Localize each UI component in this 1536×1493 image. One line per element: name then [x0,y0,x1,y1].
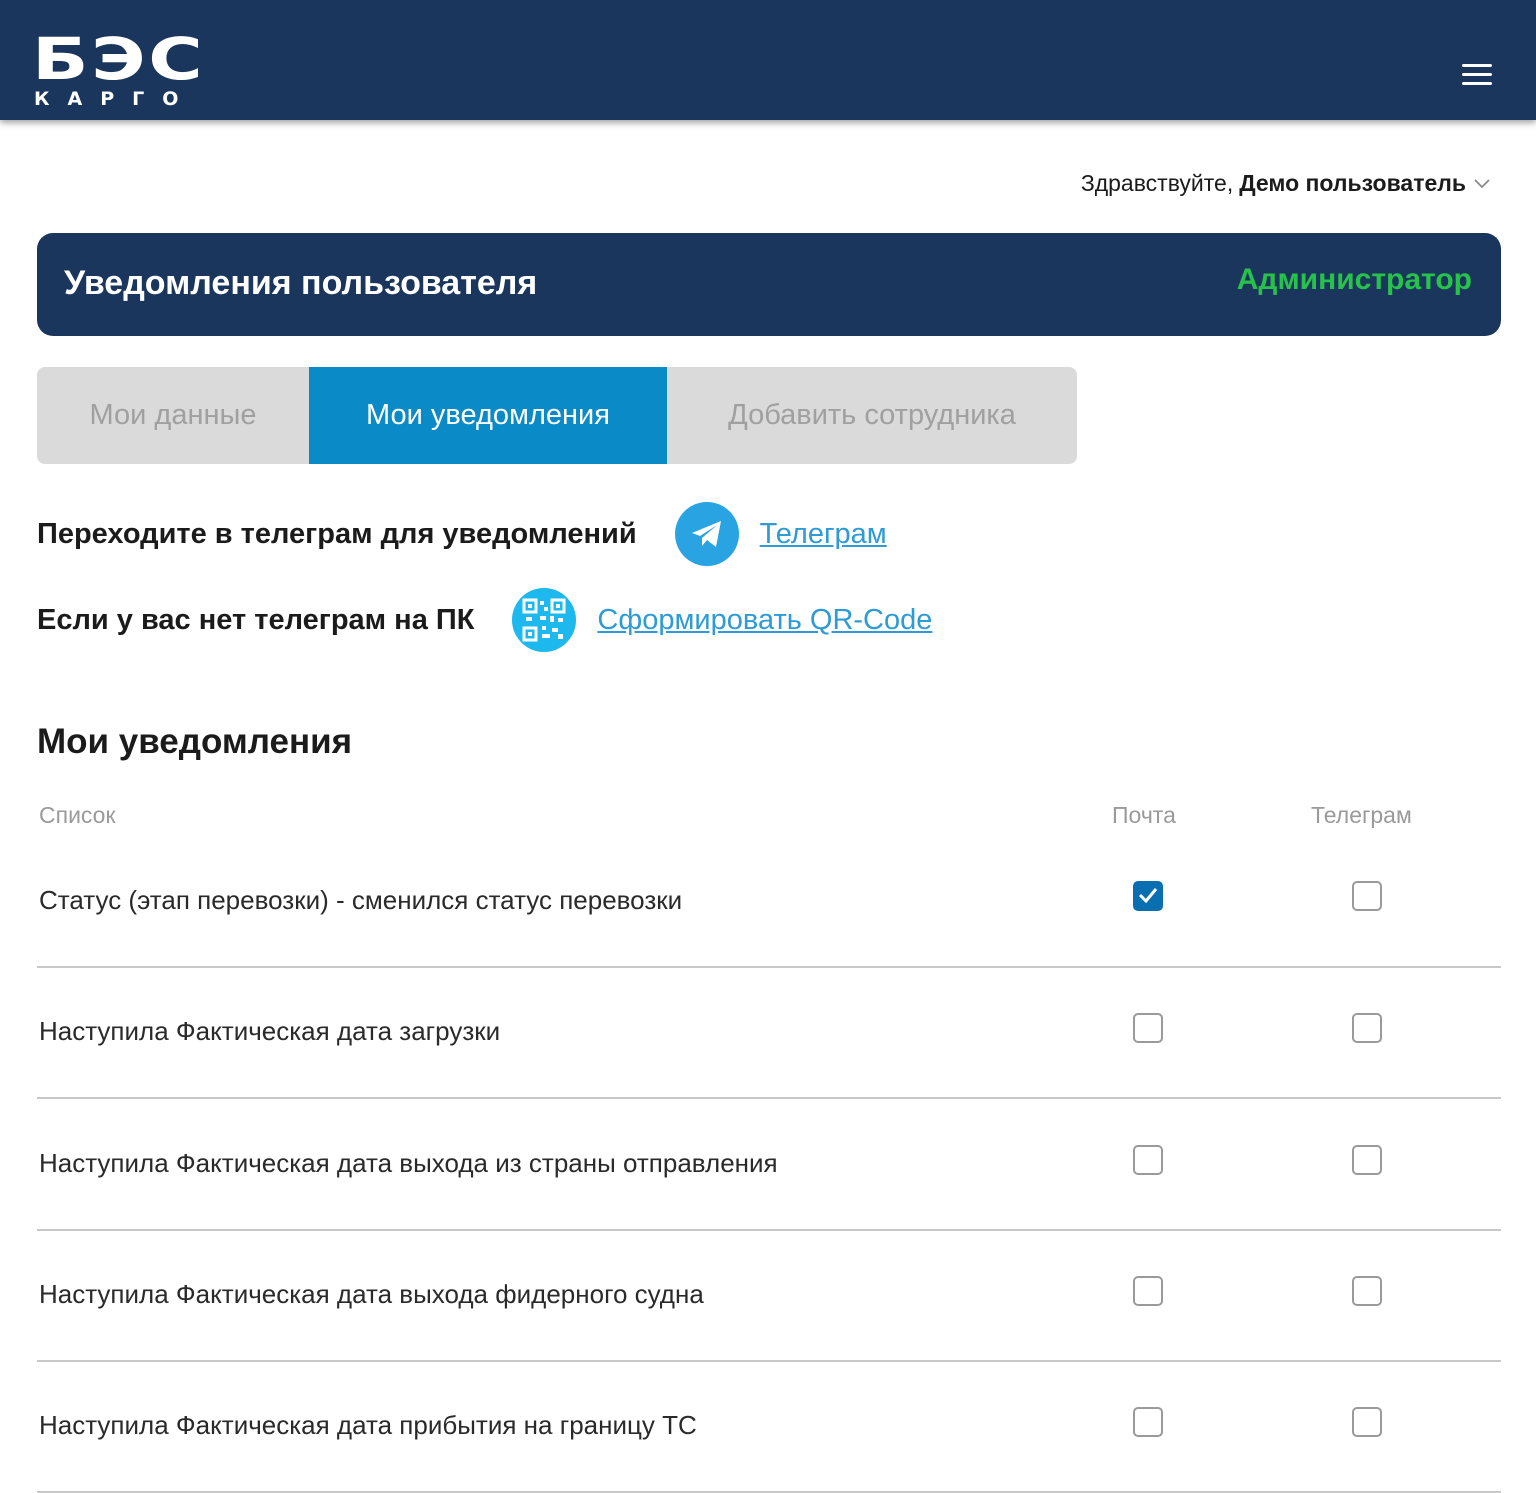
column-header-telegram: Телеграм [1311,802,1412,828]
telegram-info-text: Переходите в телеграм для уведомлений [37,517,637,550]
column-header-list: Список [39,802,116,828]
telegram-info-row: Переходите в телеграм для уведомлений Те… [37,502,887,566]
notification-label: Наступила Фактическая дата прибытия на г… [39,1410,697,1440]
telegram-link[interactable]: Телеграм [760,518,887,551]
notification-label: Статус (этап перевозки) - сменился стату… [39,885,683,915]
notification-row: Статус (этап перевозки) - сменился стату… [37,836,1501,968]
qr-code-icon[interactable] [512,588,577,652]
mail-checkbox[interactable] [1133,1145,1163,1175]
generate-qr-link[interactable]: Сформировать QR-Code [597,604,932,637]
user-name: Демо пользователь [1239,170,1466,196]
notification-row: Наступила Фактическая дата загрузки [37,967,1501,1099]
column-header-mail: Почта [1112,802,1176,828]
telegram-icon[interactable] [674,502,739,566]
company-logo[interactable]: БЭС КАРГО [32,29,212,113]
notification-row: Наступила Фактическая дата выхода из стр… [37,1099,1501,1231]
mail-checkbox[interactable] [1133,881,1163,911]
profile-tabs: Мои данные Мои уведомления Добавить сотр… [37,367,1077,464]
hamburger-menu-icon[interactable] [1460,62,1494,88]
notification-row: Наступила Фактическая дата выхода фидерн… [37,1230,1501,1362]
tab-my-data[interactable]: Мои данные [37,367,309,464]
telegram-checkbox[interactable] [1352,1145,1382,1175]
tab-add-employee[interactable]: Добавить сотрудника [667,367,1077,464]
chevron-down-icon [1474,178,1490,188]
qr-info-row: Если у вас нет телеграм на ПК Сформирова… [37,588,932,652]
notifications-section-title: Мои уведомления [37,722,353,761]
top-navbar: БЭС КАРГО [0,0,1536,120]
checkmark-icon [1138,888,1158,903]
logo-sub-text: КАРГО [34,88,197,110]
notification-label: Наступила Фактическая дата загрузки [39,1016,501,1046]
tab-my-notifications[interactable]: Мои уведомления [309,367,667,464]
mail-checkbox[interactable] [1133,1276,1163,1306]
mail-checkbox[interactable] [1133,1013,1163,1043]
telegram-checkbox[interactable] [1352,1407,1382,1437]
page-header-banner: Уведомления пользователя Администратор [37,233,1501,336]
user-role-badge: Администратор [1236,263,1472,296]
telegram-checkbox[interactable] [1352,1276,1382,1306]
mail-checkbox[interactable] [1133,1407,1163,1437]
telegram-checkbox[interactable] [1352,1013,1382,1043]
notification-label: Наступила Фактическая дата выхода из стр… [39,1148,778,1178]
page-title: Уведомления пользователя [64,264,538,302]
greeting-text: Здравствуйте, [1080,170,1234,196]
logo-main-text: БЭС [32,25,206,93]
telegram-checkbox[interactable] [1352,881,1382,911]
notification-row: Наступила Фактическая дата прибытия на г… [37,1361,1501,1493]
qr-info-text: Если у вас нет телеграм на ПК [37,603,475,636]
notification-label: Наступила Фактическая дата выхода фидерн… [39,1279,704,1309]
user-greeting[interactable]: Здравствуйте, Демо пользователь [1081,170,1490,197]
